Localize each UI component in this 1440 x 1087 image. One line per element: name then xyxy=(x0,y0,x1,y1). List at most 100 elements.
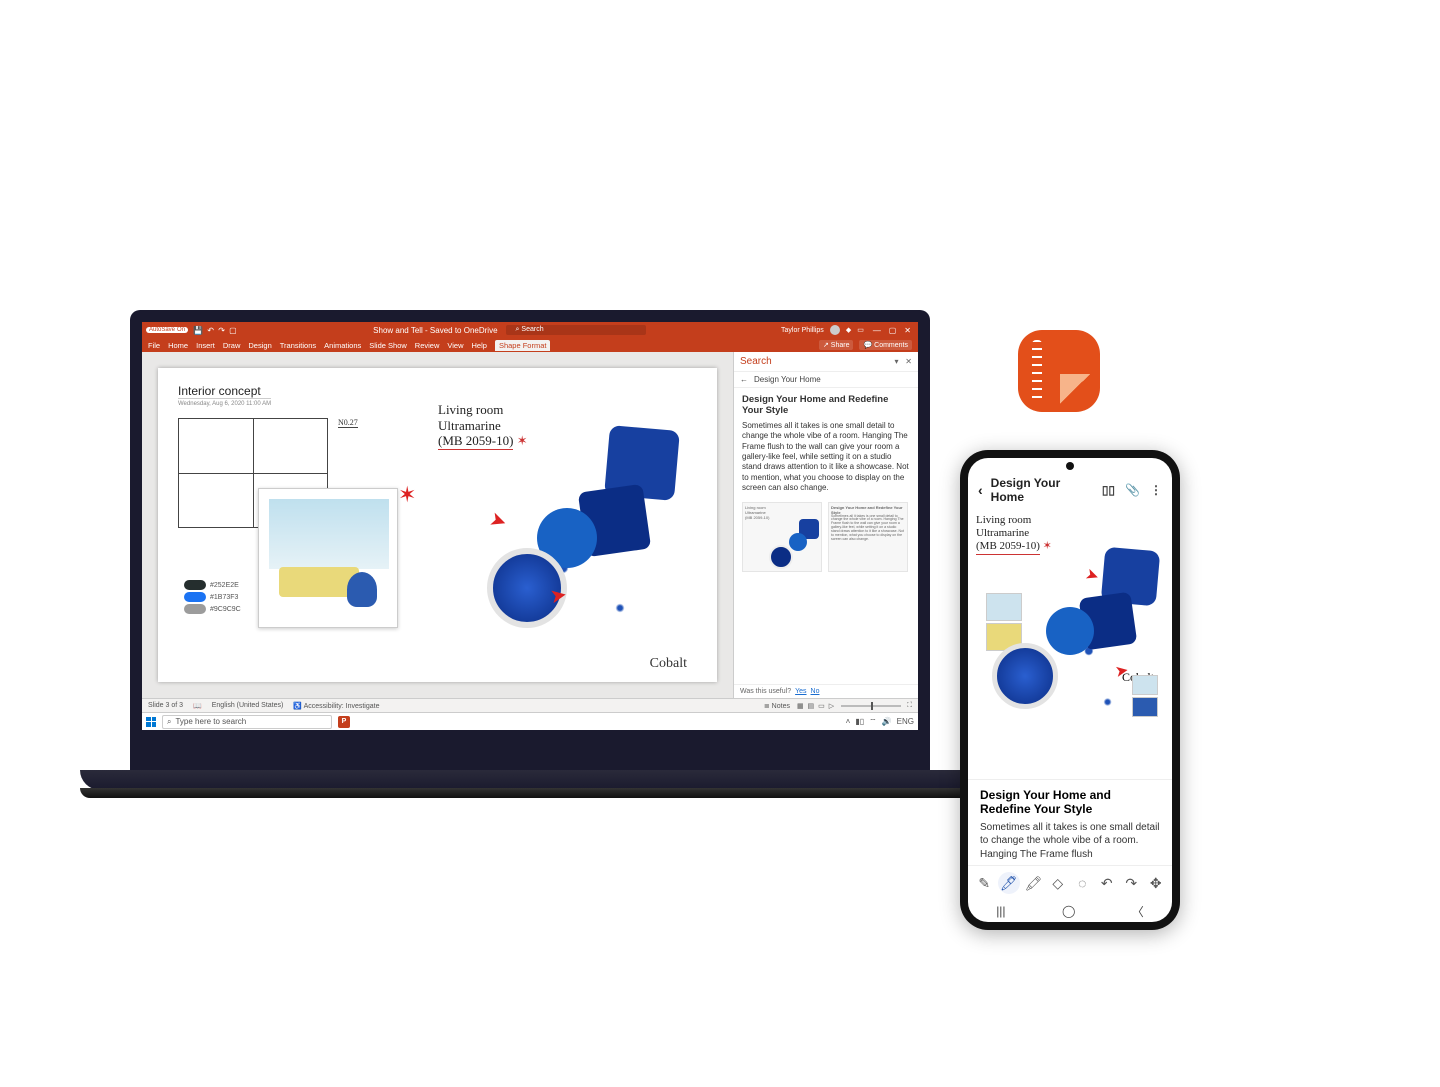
highlighter-tool-icon[interactable]: 🖊 xyxy=(998,872,1020,894)
present-icon[interactable]: ▢ xyxy=(229,326,237,335)
document-title: Show and Tell - Saved to OneDrive xyxy=(373,326,497,335)
tray-chevron-up-icon[interactable]: ˄ xyxy=(846,717,851,726)
slide-counter[interactable]: Slide 3 of 3 xyxy=(148,702,183,709)
note-title: Design Your Home xyxy=(991,476,1094,504)
back-icon[interactable]: ← xyxy=(740,375,748,384)
volume-icon[interactable]: 🔊 xyxy=(882,717,892,726)
home-icon[interactable]: ◯ xyxy=(1062,904,1075,918)
taskbar-search-placeholder: Type here to search xyxy=(175,717,246,726)
normal-view-icon[interactable]: ▦ xyxy=(797,703,804,710)
tab-file[interactable]: File xyxy=(148,341,160,350)
view-mode-icons: ▦ ▤ ▭ ▷ xyxy=(796,702,835,710)
lasso-tool-icon[interactable]: ◌ xyxy=(1071,872,1093,894)
search-icon: ⌕ xyxy=(167,717,171,727)
titlebar-search-box[interactable]: ⌕ Search xyxy=(506,325,646,335)
pen-tool-icon[interactable]: ✎ xyxy=(973,872,995,894)
panel-dropdown-icon[interactable]: ▾ xyxy=(895,357,899,366)
useful-label: Was this useful? xyxy=(740,688,791,695)
close-icon[interactable]: ✕ xyxy=(904,326,911,335)
tab-review[interactable]: Review xyxy=(415,341,440,350)
slide-title: Interior concept xyxy=(178,384,697,398)
reading-view-icon[interactable]: ▭ xyxy=(818,703,825,710)
useful-no-link[interactable]: No xyxy=(811,688,820,695)
premium-icon[interactable]: ◆ xyxy=(846,326,851,334)
powerpoint-taskbar-icon[interactable]: P xyxy=(338,716,350,728)
slide-canvas[interactable]: Interior concept Wednesday, Aug 6, 2020 … xyxy=(158,368,717,682)
autosave-state: On xyxy=(177,327,185,333)
notes-toggle[interactable]: ≣ Notes xyxy=(764,702,790,710)
tab-view[interactable]: View xyxy=(447,341,463,350)
share-button[interactable]: ↗ Share xyxy=(819,340,854,350)
taskbar-search-box[interactable]: ⌕ Type here to search xyxy=(162,715,332,729)
search-result-thumb[interactable]: Design Your Home and Redefine Your Style… xyxy=(828,502,908,572)
notes-article-section: Design Your Home and Redefine Your Style… xyxy=(968,779,1172,865)
search-panel-body: Design Your Home and Redefine Your Style… xyxy=(734,388,918,684)
color-swatches: #252E2E #1B73F3 #9C9C9C xyxy=(184,578,241,616)
more-icon[interactable]: ⋮ xyxy=(1150,483,1162,497)
spellcheck-icon[interactable]: 📖 xyxy=(193,702,202,710)
sorter-view-icon[interactable]: ▤ xyxy=(808,703,815,710)
maximize-icon[interactable]: ▢ xyxy=(889,326,897,335)
tab-help[interactable]: Help xyxy=(472,341,487,350)
undo-icon[interactable]: ↶ xyxy=(1096,872,1118,894)
attachment-icon[interactable]: 📎 xyxy=(1125,483,1140,497)
language-indicator[interactable]: ENG xyxy=(897,717,914,726)
paint-swatch-cluster: ➤ ➤ xyxy=(487,428,677,628)
tab-design[interactable]: Design xyxy=(248,341,271,350)
recents-icon[interactable]: ||| xyxy=(996,904,1005,918)
save-icon[interactable]: 💾 xyxy=(193,326,203,335)
tab-shape-format[interactable]: Shape Format xyxy=(495,340,551,351)
redo-icon[interactable]: ↷ xyxy=(218,326,225,335)
ppt-titlebar: AutoSave On 💾 ↶ ↷ ▢ Show and Tell - Save… xyxy=(142,322,918,338)
comments-button[interactable]: 💬 Comments xyxy=(859,340,912,350)
wifi-icon[interactable]: ⌔ xyxy=(869,717,877,727)
user-avatar-icon[interactable] xyxy=(830,325,840,335)
tab-draw[interactable]: Draw xyxy=(223,341,241,350)
search-result-thumb[interactable]: Living room Ultramarine (MB 2059-10) xyxy=(742,502,822,572)
more-tools-icon[interactable]: ✥ xyxy=(1145,872,1167,894)
minimize-icon[interactable]: — xyxy=(873,326,881,335)
quick-access-toolbar: 💾 ↶ ↷ ▢ xyxy=(192,326,238,335)
tab-slide-show[interactable]: Slide Show xyxy=(369,341,407,350)
ribbon-display-icon[interactable]: ▭ xyxy=(857,326,864,334)
search-side-panel: Search ▾ ✕ ← Design Your Home Design You… xyxy=(733,352,918,698)
autosave-toggle[interactable]: AutoSave On xyxy=(146,327,188,333)
phone-camera-notch xyxy=(1066,462,1074,470)
user-name[interactable]: Taylor Phillips xyxy=(781,327,824,334)
redo-icon[interactable]: ↷ xyxy=(1120,872,1142,894)
accessibility-label[interactable]: ♿ Accessibility: Investigate xyxy=(293,702,379,710)
notes-canvas[interactable]: Living room Ultramarine (MB 2059-10) ✶ ➤… xyxy=(968,510,1172,779)
windows-start-icon[interactable] xyxy=(146,717,156,727)
phone-screen: ‹ Design Your Home ▯▯ 📎 ⋮ Living room Ul… xyxy=(968,458,1172,922)
autosave-label: AutoSave xyxy=(149,327,175,333)
cobalt-label: Cobalt xyxy=(650,656,687,672)
room-sketch-image xyxy=(258,488,398,628)
slide-editor-area[interactable]: Interior concept Wednesday, Aug 6, 2020 … xyxy=(142,352,733,698)
ppt-status-bar: Slide 3 of 3 📖 English (United States) ♿… xyxy=(142,698,918,712)
undo-icon[interactable]: ↶ xyxy=(207,326,214,335)
fit-to-window-icon[interactable]: ⛶ xyxy=(907,702,912,710)
battery-icon[interactable]: ▮▯ xyxy=(855,717,864,726)
hand-line-1: Living room xyxy=(976,514,1164,527)
tab-insert[interactable]: Insert xyxy=(196,341,215,350)
search-article-title: Design Your Home and Redefine Your Style xyxy=(742,394,910,417)
language-label[interactable]: English (United States) xyxy=(212,702,284,709)
slideshow-view-icon[interactable]: ▷ xyxy=(829,703,834,710)
marker-tool-icon[interactable]: 🖍 xyxy=(1022,872,1044,894)
swatch-row: #252E2E xyxy=(184,580,241,590)
zoom-slider[interactable] xyxy=(841,705,901,707)
back-icon[interactable]: ‹ xyxy=(978,482,983,498)
panel-close-icon[interactable]: ✕ xyxy=(905,357,912,366)
tab-animations[interactable]: Animations xyxy=(324,341,361,350)
red-star-annotation: ✶ xyxy=(398,482,416,508)
eraser-tool-icon[interactable]: ◇ xyxy=(1047,872,1069,894)
swatch-row: #9C9C9C xyxy=(184,604,241,614)
system-tray: ˄ ▮▯ ⌔ 🔊 ENG xyxy=(846,717,914,727)
reader-mode-icon[interactable]: ▯▯ xyxy=(1102,483,1115,497)
paint-swatch-cluster: ➤ ➤ Cobalt xyxy=(976,549,1164,719)
tab-home[interactable]: Home xyxy=(168,341,188,350)
useful-yes-link[interactable]: Yes xyxy=(795,688,806,695)
ribbon-tabs: File Home Insert Draw Design Transitions… xyxy=(142,338,918,352)
tab-transitions[interactable]: Transitions xyxy=(280,341,316,350)
back-nav-icon[interactable]: 〈 xyxy=(1132,903,1144,920)
